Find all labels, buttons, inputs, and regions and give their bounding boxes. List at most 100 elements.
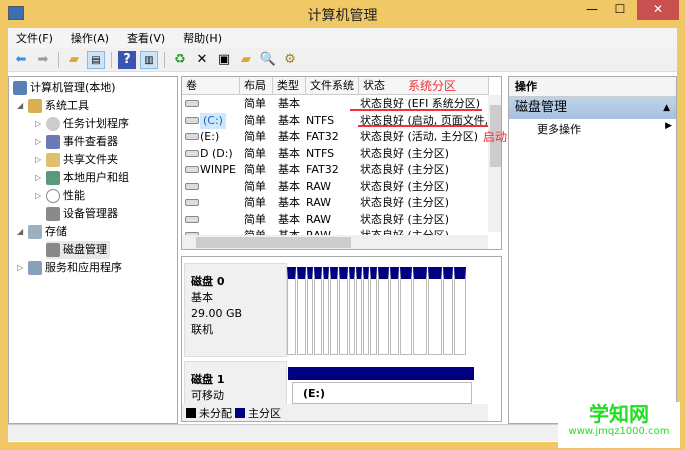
- partition-block[interactable]: [363, 267, 369, 355]
- tree-item-performance[interactable]: ▷ 性能: [35, 187, 85, 205]
- help-icon[interactable]: ?: [118, 50, 136, 69]
- table-row[interactable]: (E:) 简单 基本 FAT32 状态良好 (活动, 主分区): [182, 129, 488, 145]
- more-actions-item[interactable]: 更多操作 ▶: [537, 121, 672, 137]
- table-cell: 基本: [278, 130, 300, 143]
- back-icon[interactable]: ⬅: [12, 51, 30, 69]
- partition-block[interactable]: [443, 267, 453, 355]
- tree-item-services[interactable]: ▷ 服务和应用程序: [17, 259, 122, 277]
- partition-block[interactable]: [307, 267, 313, 355]
- title-bar: 计算机管理 — ☐ ✕: [0, 0, 685, 28]
- expand-icon[interactable]: ▷: [17, 259, 25, 277]
- column-header-type[interactable]: 类型: [273, 77, 306, 95]
- partition-block[interactable]: [400, 267, 412, 355]
- show-hide-tree-icon[interactable]: ▤: [87, 50, 105, 69]
- open-icon[interactable]: ▰: [237, 51, 255, 69]
- drive-icon: [185, 166, 199, 173]
- vertical-scrollbar[interactable]: [488, 95, 501, 232]
- disk-0-label[interactable]: 磁盘 0 基本 29.00 GB 联机: [184, 263, 287, 357]
- expand-icon[interactable]: ▷: [35, 151, 43, 169]
- partition-block[interactable]: [356, 267, 362, 355]
- partition-block[interactable]: [349, 267, 355, 355]
- partition-block[interactable]: [378, 267, 389, 355]
- tree-root[interactable]: 计算机管理(本地): [13, 79, 116, 97]
- collapse-icon[interactable]: ◢: [17, 97, 25, 115]
- menu-file[interactable]: 文件(F): [16, 30, 53, 46]
- maximize-button[interactable]: ☐: [606, 0, 634, 20]
- settings-icon[interactable]: ⚙: [281, 51, 299, 69]
- collapse-up-icon[interactable]: ▲: [663, 97, 670, 119]
- clock-icon: [46, 117, 60, 131]
- services-icon: [28, 261, 42, 275]
- partition-block[interactable]: [339, 267, 348, 355]
- disk-0-partitions: [287, 267, 487, 357]
- table-cell: 基本: [278, 146, 300, 160]
- partition-e[interactable]: (E:): [292, 382, 472, 404]
- show-hide-action-icon[interactable]: ▥: [140, 50, 158, 69]
- table-cell: 简单: [244, 97, 266, 110]
- tree-item-task-scheduler[interactable]: ▷ 任务计划程序: [35, 115, 129, 133]
- partition-block[interactable]: [323, 267, 329, 355]
- annotation-underline: [350, 109, 482, 111]
- tree-item-storage[interactable]: ◢ 存储: [17, 223, 67, 241]
- search-icon[interactable]: 🔍: [259, 51, 277, 69]
- menu-view[interactable]: 查看(V): [127, 30, 165, 46]
- partition-block[interactable]: [370, 267, 377, 355]
- table-cell: 基本: [278, 113, 300, 127]
- table-row[interactable]: 简单基本 RAW 状态良好 (主分区): [182, 179, 488, 195]
- table-row[interactable]: D (D:) 简单 基本 NTFS 状态良好 (主分区): [182, 146, 488, 162]
- shared-folder-icon: [46, 153, 60, 167]
- table-cell: 简单: [244, 130, 266, 143]
- up-icon[interactable]: ▰: [65, 51, 83, 69]
- partition-block[interactable]: [297, 267, 306, 355]
- column-header-filesystem[interactable]: 文件系统: [306, 77, 359, 95]
- tree-item-event-viewer[interactable]: ▷ 事件查看器: [35, 133, 118, 151]
- disk-0-size: 29.00 GB: [191, 307, 243, 320]
- table-cell: 简单: [244, 163, 266, 176]
- forward-icon[interactable]: ➡: [34, 51, 52, 69]
- table-row[interactable]: WINPE 简单 基本 FAT32 状态良好 (主分区): [182, 162, 488, 178]
- tree-item-label: 存储: [45, 225, 67, 238]
- watermark: 学知网 www.jmqz1000.com: [558, 402, 680, 448]
- collapse-icon[interactable]: ◢: [17, 223, 25, 241]
- scroll-thumb[interactable]: [196, 237, 351, 248]
- tree-item-shared-folders[interactable]: ▷ 共享文件夹: [35, 151, 118, 169]
- minimize-button[interactable]: —: [578, 0, 606, 20]
- refresh-icon[interactable]: ♻: [171, 51, 189, 69]
- expand-icon[interactable]: ▷: [35, 133, 43, 151]
- tree-item-device-manager[interactable]: 设备管理器: [46, 205, 118, 223]
- actions-section-disk-management[interactable]: 磁盘管理 ▲: [509, 97, 676, 119]
- partition-block[interactable]: [287, 267, 296, 355]
- table-row[interactable]: 简单基本 RAW 状态良好 (主分区): [182, 212, 488, 228]
- tree-item-local-users[interactable]: ▷ 本地用户和组: [35, 169, 129, 187]
- drive-icon: [185, 215, 199, 223]
- menu-action[interactable]: 操作(A): [71, 30, 109, 46]
- partition-block[interactable]: [413, 267, 427, 355]
- properties-icon[interactable]: ▣: [215, 51, 233, 69]
- menu-help[interactable]: 帮助(H): [183, 30, 222, 46]
- delete-icon[interactable]: ✕: [193, 51, 211, 69]
- table-cell: NTFS: [306, 113, 335, 127]
- partition-block[interactable]: [454, 267, 466, 355]
- disk-management-icon: [46, 243, 60, 257]
- horizontal-scrollbar[interactable]: [182, 235, 488, 249]
- volume-table: 卷 布局 类型 文件系统 状态 简单 基本 状态良好 (EFI 系统分区) (C:) 简…: [181, 76, 502, 250]
- table-cell: 状态良好 (主分区): [360, 163, 450, 176]
- legend-primary: 主分区: [248, 407, 281, 420]
- expand-icon[interactable]: ▷: [35, 115, 43, 133]
- partition-block[interactable]: [330, 267, 338, 355]
- expand-icon[interactable]: ▷: [35, 169, 43, 187]
- partition-block[interactable]: [428, 267, 442, 355]
- tree-item-label: 设备管理器: [63, 207, 118, 220]
- disk-1-type: 可移动: [191, 389, 224, 402]
- column-header-volume[interactable]: 卷: [182, 77, 240, 95]
- table-row[interactable]: 简单基本 RAW 状态良好 (主分区): [182, 195, 488, 211]
- expand-icon[interactable]: ▷: [35, 187, 43, 205]
- partition-block[interactable]: [314, 267, 322, 355]
- column-header-layout[interactable]: 布局: [240, 77, 273, 95]
- tree-root-label: 计算机管理(本地): [30, 81, 116, 94]
- menu-bar: 文件(F) 操作(A) 查看(V) 帮助(H): [8, 28, 677, 48]
- tree-item-disk-management[interactable]: 磁盘管理: [46, 241, 110, 259]
- close-button[interactable]: ✕: [637, 0, 679, 20]
- tree-item-system-tools[interactable]: ◢ 系统工具: [17, 97, 89, 115]
- partition-block[interactable]: [390, 267, 399, 355]
